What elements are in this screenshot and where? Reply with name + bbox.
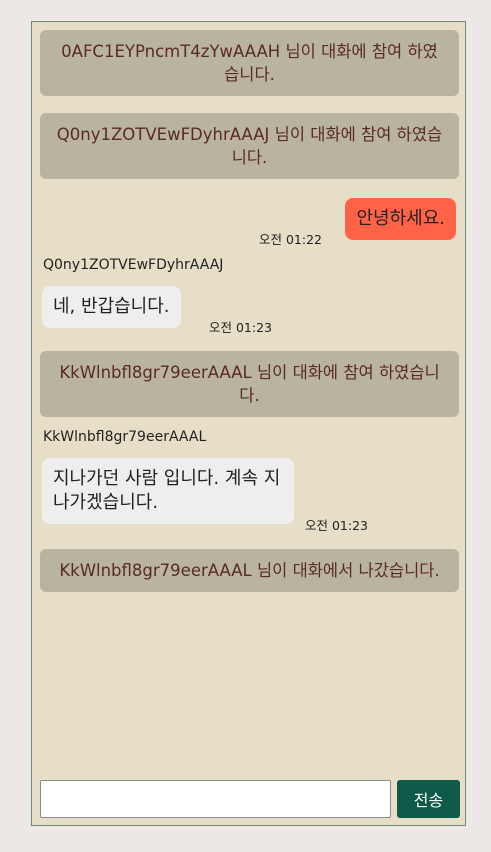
my-message-bubble: 안녕하세요. xyxy=(345,198,456,240)
system-message-leave: KkWlnbfl8gr79eerAAAL 님이 대화에서 나갔습니다. xyxy=(40,549,459,592)
message-input[interactable] xyxy=(40,780,391,818)
chat-window: 0AFC1EYPncmT4zYwAAAH 님이 대화에 참여 하였습니다. Q0… xyxy=(31,21,466,826)
message-time: 오전 01:23 xyxy=(209,320,272,335)
sender-name: KkWlnbfl8gr79eerAAAL xyxy=(43,429,207,445)
other-message-bubble: 네, 반갑습니다. xyxy=(42,286,181,328)
message-time: 오전 01:23 xyxy=(305,518,368,533)
message-time: 오전 01:22 xyxy=(259,232,322,247)
system-message-text: KkWlnbfl8gr79eerAAAL 님이 대화에서 나갔습니다. xyxy=(59,561,440,580)
sender-name: Q0ny1ZOTVEwFDyhrAAAJ xyxy=(43,257,224,273)
other-message-text: 네, 반갑습니다. xyxy=(53,296,170,317)
system-message-text: Q0ny1ZOTVEwFDyhrAAAJ 님이 대화에 참여 하였습니다. xyxy=(56,125,443,167)
system-message-join: Q0ny1ZOTVEwFDyhrAAAJ 님이 대화에 참여 하였습니다. xyxy=(40,113,459,179)
system-message-text: 0AFC1EYPncmT4zYwAAAH 님이 대화에 참여 하였습니다. xyxy=(61,42,438,84)
message-list[interactable]: 0AFC1EYPncmT4zYwAAAH 님이 대화에 참여 하였습니다. Q0… xyxy=(32,22,465,767)
system-message-text: KkWlnbfl8gr79eerAAAL 님이 대화에 참여 하였습니다. xyxy=(59,363,440,405)
system-message-join: KkWlnbfl8gr79eerAAAL 님이 대화에 참여 하였습니다. xyxy=(40,351,459,417)
other-message-bubble: 지나가던 사람 입니다. 계속 지나가겠습니다. xyxy=(42,458,294,524)
my-message-text: 안녕하세요. xyxy=(356,208,445,229)
other-message-text: 지나가던 사람 입니다. 계속 지나가겠습니다. xyxy=(53,468,281,513)
send-button[interactable]: 전송 xyxy=(397,780,460,818)
message-input-bar: 전송 xyxy=(40,780,460,818)
system-message-join: 0AFC1EYPncmT4zYwAAAH 님이 대화에 참여 하였습니다. xyxy=(40,30,459,96)
